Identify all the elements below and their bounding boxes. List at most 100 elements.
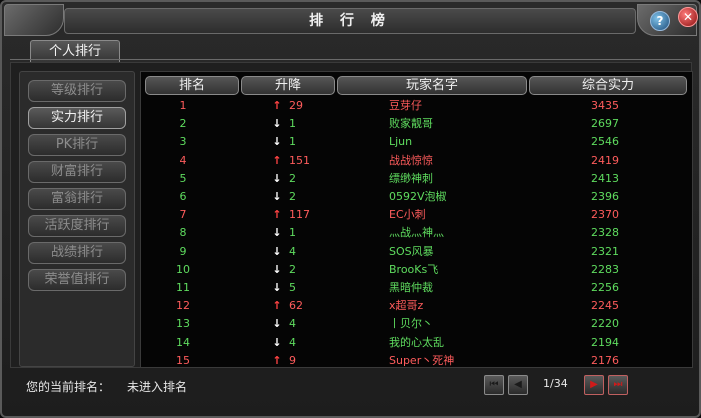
player-name-cell: 灬战灬神灬 — [389, 226, 444, 240]
rank-cell: 14 — [176, 335, 190, 349]
rank-up-arrow-icon: ↑ — [272, 153, 282, 167]
table-row[interactable]: 13 ↓ 4 丨贝尔丶 2220 — [141, 315, 692, 333]
rank-cell: 10 — [176, 262, 190, 276]
page-indicator: 1/34 — [543, 377, 568, 390]
rank-up-arrow-icon: ↑ — [272, 208, 282, 222]
table-row[interactable]: 1 ↑ 29 豆芽仔 3435 — [141, 97, 692, 115]
rank-change-cell: 1 — [289, 226, 296, 240]
power-cell: 2697 — [591, 117, 619, 131]
sidebar-item-level[interactable]: 等级排行 — [28, 80, 126, 102]
rank-change-cell: 5 — [289, 281, 296, 294]
rank-change-cell: 4 — [289, 244, 296, 258]
current-rank-value: 未进入排名 — [127, 380, 188, 394]
rank-cell: 13 — [176, 317, 190, 331]
rank-cell: 12 — [176, 299, 190, 313]
rank-cell: 4 — [179, 153, 187, 167]
power-cell: 2396 — [591, 190, 619, 203]
power-cell: 2176 — [591, 353, 619, 367]
next-page-button[interactable]: ▶ — [584, 375, 604, 395]
sidebar-item-honor[interactable]: 荣誉值排行 — [28, 269, 126, 291]
player-name-cell: x超哥z — [389, 299, 424, 313]
player-name-cell: 0592V泡椒 — [389, 190, 447, 203]
rank-cell: 7 — [179, 208, 187, 222]
power-cell: 2256 — [591, 281, 619, 294]
table-row[interactable]: 15 ↑ 9 Super丶死神 2176 — [141, 352, 692, 370]
first-page-button[interactable]: ⏮ — [484, 375, 504, 395]
rank-cell: 6 — [179, 190, 187, 203]
player-name-cell: 黑暗仲裁 — [389, 281, 433, 294]
table-row[interactable]: 14 ↓ 4 我的心太乱 2194 — [141, 334, 692, 352]
column-header-change[interactable]: 升降 — [241, 76, 335, 95]
rank-down-arrow-icon: ↓ — [272, 135, 282, 149]
tab-divider — [10, 59, 690, 60]
sidebar-item-pk[interactable]: PK排行 — [28, 134, 126, 156]
power-cell: 2370 — [591, 208, 619, 222]
help-icon[interactable]: ? — [650, 11, 670, 31]
rank-cell: 1 — [179, 99, 187, 112]
player-name-cell: BrooKs飞 — [389, 262, 439, 276]
rank-change-cell: 29 — [289, 99, 303, 112]
sidebar-item-activity[interactable]: 活跃度排行 — [28, 215, 126, 237]
table-row[interactable]: 9 ↓ 4 SOS风暴 2321 — [141, 243, 692, 261]
ranking-table: 排名 升降 玩家名字 综合实力 1 ↑ 29 豆芽仔 3435 2 ↓ 1 败家靓哥 2697 3 ↓… — [140, 71, 693, 368]
rank-down-arrow-icon: ↓ — [272, 190, 282, 203]
player-name-cell: 缥缈神刺 — [389, 171, 433, 185]
power-cell: 2220 — [591, 317, 619, 331]
table-row[interactable]: 7 ↑ 117 EC小刺 2370 — [141, 206, 692, 224]
table-row[interactable]: 3 ↓ 1 Ljun 2546 — [141, 133, 692, 151]
rank-change-cell: 4 — [289, 335, 296, 349]
rank-up-arrow-icon: ↑ — [272, 353, 282, 367]
rank-up-arrow-icon: ↑ — [272, 99, 282, 112]
rank-down-arrow-icon: ↓ — [272, 244, 282, 258]
column-header-power[interactable]: 综合实力 — [529, 76, 687, 95]
sidebar-item-rich[interactable]: 富翁排行 — [28, 188, 126, 210]
rank-change-cell: 9 — [289, 353, 296, 367]
sidebar-item-strength[interactable]: 实力排行 — [28, 107, 126, 129]
table-row[interactable]: 10 ↓ 2 BrooKs飞 2283 — [141, 261, 692, 279]
table-row[interactable]: 5 ↓ 2 缥缈神刺 2413 — [141, 170, 692, 188]
column-header-rank[interactable]: 排名 — [145, 76, 239, 95]
close-icon[interactable]: ✕ — [678, 7, 698, 27]
column-header-player-name[interactable]: 玩家名字 — [337, 76, 527, 95]
sidebar-item-record[interactable]: 战绩排行 — [28, 242, 126, 264]
rank-down-arrow-icon: ↓ — [272, 117, 282, 131]
last-page-button[interactable]: ⏭ — [608, 375, 628, 395]
sidebar-item-wealth[interactable]: 财富排行 — [28, 161, 126, 183]
rank-change-cell: 1 — [289, 117, 296, 131]
rank-change-cell: 117 — [289, 208, 310, 222]
player-name-cell: 豆芽仔 — [389, 99, 422, 112]
table-row[interactable]: 12 ↑ 62 x超哥z 2245 — [141, 297, 692, 315]
power-cell: 2328 — [591, 226, 619, 240]
rank-cell: 15 — [176, 353, 190, 367]
rank-down-arrow-icon: ↓ — [272, 262, 282, 276]
power-cell: 3435 — [591, 99, 619, 112]
rank-down-arrow-icon: ↓ — [272, 281, 282, 294]
rank-change-cell: 2 — [289, 171, 296, 185]
power-cell: 2245 — [591, 299, 619, 313]
table-row[interactable]: 2 ↓ 1 败家靓哥 2697 — [141, 115, 692, 133]
rank-change-cell: 151 — [289, 153, 310, 167]
rank-change-cell: 62 — [289, 299, 303, 313]
rank-cell: 11 — [176, 281, 190, 294]
rank-down-arrow-icon: ↓ — [272, 335, 282, 349]
rank-cell: 8 — [179, 226, 187, 240]
table-row[interactable]: 11 ↓ 5 黑暗仲裁 2256 — [141, 279, 692, 297]
power-cell: 2419 — [591, 153, 619, 167]
player-name-cell: EC小刺 — [389, 208, 426, 222]
table-row[interactable]: 4 ↑ 151 战战惊惊 2419 — [141, 152, 692, 170]
rank-change-cell: 2 — [289, 262, 296, 276]
table-row[interactable]: 6 ↓ 2 0592V泡椒 2396 — [141, 188, 692, 206]
left-ornament — [4, 4, 64, 36]
power-cell: 2413 — [591, 171, 619, 185]
rank-cell: 5 — [179, 171, 187, 185]
player-name-cell: Super丶死神 — [389, 353, 455, 367]
rank-down-arrow-icon: ↓ — [272, 317, 282, 331]
ranking-category-sidebar: 等级排行 实力排行 PK排行 财富排行 富翁排行 活跃度排行 战绩排行 荣誉值排… — [19, 71, 135, 367]
player-name-cell: 败家靓哥 — [389, 117, 433, 131]
rank-change-cell: 2 — [289, 190, 296, 203]
prev-page-button[interactable]: ◀ — [508, 375, 528, 395]
table-row[interactable]: 8 ↓ 1 灬战灬神灬 2328 — [141, 224, 692, 242]
rank-down-arrow-icon: ↓ — [272, 226, 282, 240]
rank-up-arrow-icon: ↑ — [272, 299, 282, 313]
current-rank-label: 您的当前排名： — [26, 380, 111, 394]
